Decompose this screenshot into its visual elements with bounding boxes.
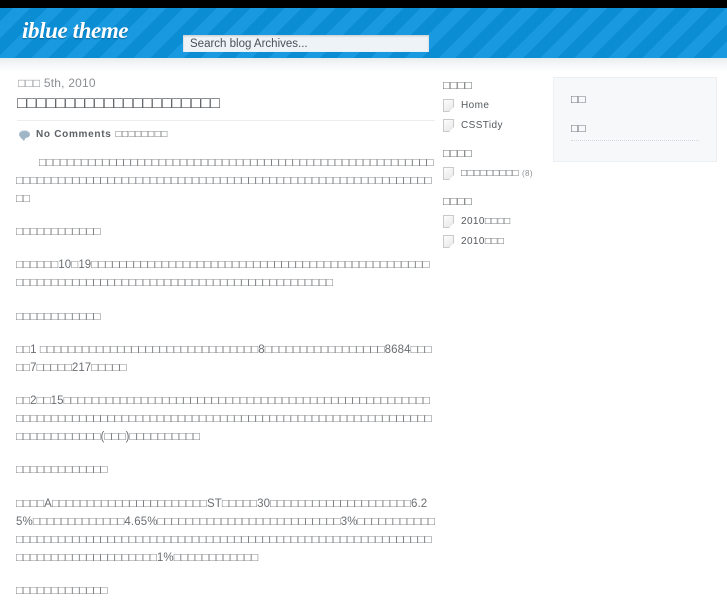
list-item-label: CSSTidy <box>461 120 503 131</box>
post-paragraph: □□□□□□□□□□□□□□□□□□□□□□□□□□□□□□□□□□□□□□□□… <box>16 156 434 205</box>
post-paragraph: □□□□□□□□□□□□□ <box>16 464 108 477</box>
comments-count-label[interactable]: No Comments <box>36 129 111 140</box>
list-item[interactable]: Home <box>443 99 548 112</box>
title-divider <box>17 119 435 121</box>
list-item[interactable]: 2010□□□□ <box>443 215 548 228</box>
post-paragraph: □□1 □□□□□□□□□□□□□□□□□□□□□□□□□□□□□□□8□□□□… <box>16 343 432 374</box>
site-logo[interactable]: iblue theme <box>22 18 129 44</box>
list-item[interactable]: 2010□□□ <box>443 235 548 248</box>
comments-meta-text: □□□□□□□□ <box>115 128 168 140</box>
site-header: iblue theme <box>0 8 727 58</box>
widget-title: □□□□ <box>443 80 472 92</box>
post-meta: No Comments □□□□□□□□ <box>19 128 436 142</box>
header-gradient-strip <box>0 58 727 72</box>
post-date: □□□ 5th, 2010 <box>18 76 96 90</box>
widget-list: Home CSSTidy <box>443 99 548 132</box>
post-paragraph: □□□□□□□□□□□□□ <box>16 585 108 598</box>
main-content: □□□ 5th, 2010 □□□□□□□□□□□□□□□□□□□□□ No C… <box>16 76 436 615</box>
top-black-bar <box>0 0 727 8</box>
list-item-label: □□□□□□□□□ <box>461 168 519 179</box>
page-icon <box>443 99 454 112</box>
widget-title: □□□□ <box>443 196 472 208</box>
sidebar-widget-pages: □□□□ Home CSSTidy <box>443 80 548 132</box>
comment-bubble-icon <box>19 130 30 142</box>
sidebar-widget-archives: □□□□ 2010□□□□ 2010□□□ <box>443 196 548 248</box>
secondary-item[interactable]: □□ <box>571 94 699 106</box>
post-paragraph: □□2□□15□□□□□□□□□□□□□□□□□□□□□□□□□□□□□□□□□… <box>16 395 432 444</box>
post-paragraph: □□□□□□□□□□□□ <box>16 310 101 323</box>
secondary-item[interactable]: □□ <box>571 123 699 141</box>
post-paragraph: □□□□□□10□19□□□□□□□□□□□□□□□□□□□□□□□□□□□□□… <box>16 259 430 290</box>
page-body: □□□ 5th, 2010 □□□□□□□□□□□□□□□□□□□□□ No C… <box>0 72 727 597</box>
page-icon <box>443 167 454 180</box>
page-icon <box>443 235 454 248</box>
search-input[interactable] <box>183 35 429 52</box>
widget-list: 2010□□□□ 2010□□□ <box>443 215 548 248</box>
list-item[interactable]: □□□□□□□□□ (8) <box>443 167 548 180</box>
sidebar-widget-categories: □□□□ □□□□□□□□□ (8) <box>443 148 548 180</box>
page-icon <box>443 215 454 228</box>
list-item-label: Home <box>461 100 490 111</box>
post-paragraph: □□□□□□□□□□□□ <box>16 226 101 239</box>
item-count: (8) <box>521 169 533 178</box>
post-paragraph: □□□□A□□□□□□□□□□□□□□□□□□□□□□ST□□□□□30□□□□… <box>16 497 436 565</box>
list-item-label: 2010□□□□ <box>461 216 511 227</box>
sidebar-secondary: □□ □□ <box>553 77 717 162</box>
page-icon <box>443 119 454 132</box>
widget-list: □□□□□□□□□ (8) <box>443 167 548 180</box>
list-item[interactable]: CSSTidy <box>443 119 548 132</box>
post-title[interactable]: □□□□□□□□□□□□□□□□□□□□□ <box>17 93 436 115</box>
widget-title: □□□□ <box>443 148 472 160</box>
sidebar-primary: □□□□ Home CSSTidy □□□□ □□□□□□□□□ (8) □□□… <box>443 80 548 264</box>
list-item-label: 2010□□□ <box>461 236 505 247</box>
